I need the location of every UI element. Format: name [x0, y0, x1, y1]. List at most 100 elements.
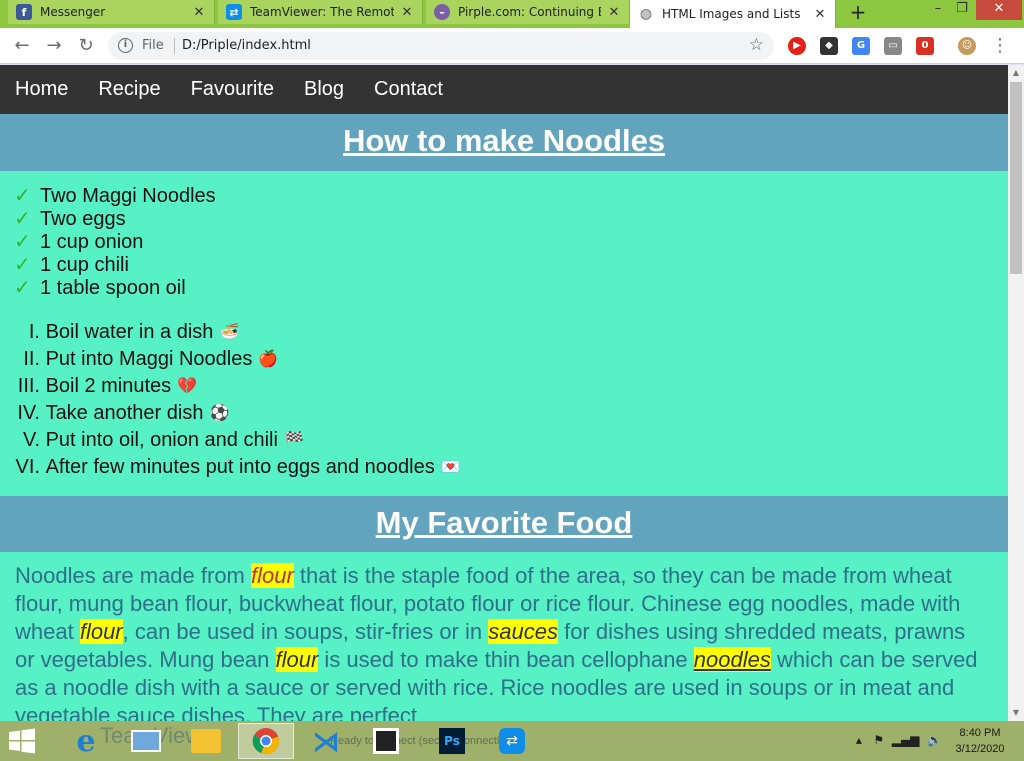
tab-html-images-lists[interactable]: ◍ HTML Images and Lists ✕	[630, 0, 836, 28]
noodle-bowl-icon: 🍜	[219, 324, 240, 341]
checkmark-icon: ✓	[14, 254, 31, 276]
highlight-flour: flour	[79, 619, 123, 644]
step-text: Boil 2 minutes	[45, 375, 172, 397]
windows-taskbar: TeamViewer Ready to connect (secure conn…	[0, 721, 1024, 761]
ingredient-text: 1 table spoon oil	[40, 277, 186, 299]
bookmark-star-icon[interactable]: ☆	[749, 35, 764, 55]
windows-start-icon[interactable]	[6, 725, 38, 757]
reload-icon[interactable]: ↻	[74, 34, 98, 58]
heading-band-2: My Favorite Food	[0, 496, 1008, 552]
close-icon[interactable]: ✕	[813, 7, 827, 22]
close-icon[interactable]: ✕	[400, 5, 414, 20]
page-viewport: Home Recipe Favourite Blog Contact How t…	[0, 65, 1008, 721]
highlight-flour: flour	[251, 563, 294, 588]
highlight-flour: flour	[275, 647, 319, 672]
vscode-taskbar-icon[interactable]: ⋊	[298, 723, 354, 759]
folder-taskbar-icon[interactable]	[118, 723, 174, 759]
photoshop-icon: Ps	[439, 728, 465, 754]
profile-avatar-icon[interactable]: ☺	[958, 37, 976, 55]
info-icon[interactable]: i	[118, 38, 133, 53]
ie-taskbar-icon[interactable]: e	[58, 723, 114, 759]
adblock-extension-icon[interactable]: 0	[916, 37, 934, 55]
nav-blog[interactable]: Blog	[304, 78, 344, 101]
food-paragraph: Noodles are made from flour that is the …	[15, 562, 990, 721]
tab-pirple[interactable]: – Pirple.com: Continuing Edu ✕	[426, 0, 630, 24]
youtube-extension-icon[interactable]: ▶	[788, 37, 806, 55]
checkmark-icon: ✓	[14, 208, 31, 230]
internet-explorer-icon: e	[76, 723, 96, 759]
ingredient-text: 1 cup onion	[40, 231, 144, 253]
close-icon[interactable]: ✕	[192, 5, 206, 20]
window-close-button[interactable]: ✕	[976, 0, 1022, 20]
nav-contact[interactable]: Contact	[374, 78, 443, 101]
tab-teamviewer[interactable]: ⇄ TeamViewer: The Remote D ✕	[218, 0, 423, 24]
nav-recipe[interactable]: Recipe	[98, 78, 160, 101]
step-number: I.	[28, 321, 40, 343]
new-tab-button[interactable]: +	[846, 2, 870, 24]
teamviewer-taskbar-icon[interactable]: ⇄	[484, 723, 540, 759]
heading-band-1: How to make Noodles	[0, 114, 1008, 171]
chrome-icon	[252, 728, 280, 755]
explorer-taskbar-icon[interactable]	[178, 723, 234, 759]
nav-home[interactable]: Home	[15, 78, 68, 101]
step-text: Take another dish	[45, 402, 204, 424]
cube-extension-icon[interactable]: ◆	[820, 37, 838, 55]
paragraph-text: Noodles are made from	[15, 563, 251, 588]
steps-list: I. Boil water in a dish 🍜 II. Put into Ma…	[6, 319, 461, 481]
highlight-sauces: sauces	[488, 619, 558, 644]
facebook-icon: f	[16, 4, 32, 20]
tab-strip: f Messenger ✕ ⇄ TeamViewer: The Remote D…	[0, 0, 1024, 28]
back-icon[interactable]: ←	[10, 34, 34, 58]
bracket-app-icon	[373, 728, 399, 754]
ingredient-text: Two eggs	[40, 208, 126, 230]
close-icon[interactable]: ✕	[607, 5, 621, 20]
tray-arrow-icon[interactable]: ▴	[856, 733, 862, 747]
clock-time: 8:40 PM	[959, 727, 1001, 739]
teamviewer-icon: ⇄	[499, 728, 525, 754]
list-item: II. Put into Maggi Noodles 🍎	[6, 346, 461, 373]
step-text: Boil water in a dish	[45, 321, 214, 343]
volume-icon[interactable]: 🔈	[927, 733, 942, 747]
menu-kebab-icon[interactable]: ⋮	[990, 34, 1010, 58]
translate-extension-icon[interactable]: G	[852, 37, 870, 55]
checkered-flag-icon: 🏁	[283, 432, 304, 449]
ingredient-text: Two Maggi Noodles	[40, 185, 216, 207]
address-url[interactable]: D:/Priple/index.html	[182, 38, 311, 53]
address-bar[interactable]: i File D:/Priple/index.html ☆	[108, 32, 774, 60]
photoshop-taskbar-icon[interactable]: Ps	[424, 723, 480, 759]
scroll-thumb[interactable]	[1010, 82, 1022, 274]
system-clock[interactable]: 8:40 PM 3/12/2020	[944, 725, 1016, 757]
page-scrollbar[interactable]: ▲ ▼	[1008, 65, 1024, 721]
step-text: Put into oil, onion and chili	[45, 429, 278, 451]
list-item: ✓ 1 table spoon oil	[14, 277, 216, 300]
clock-date: 3/12/2020	[955, 743, 1005, 755]
tab-messenger[interactable]: f Messenger ✕	[8, 0, 215, 24]
list-item: III. Boil 2 minutes 💔	[6, 373, 461, 400]
list-item: I. Boil water in a dish 🍜	[6, 319, 461, 346]
app-taskbar-icon[interactable]	[358, 723, 414, 759]
tab-title: HTML Images and Lists	[662, 7, 801, 21]
tab-title: TeamViewer: The Remote D	[250, 5, 394, 19]
chrome-taskbar-icon[interactable]	[238, 723, 294, 759]
ingredient-text: 1 cup chili	[40, 254, 129, 276]
forward-icon[interactable]: →	[42, 34, 66, 58]
list-item: V. Put into oil, onion and chili 🏁	[6, 427, 461, 454]
network-icon[interactable]: ▂▄▆	[892, 733, 920, 747]
scroll-up-icon[interactable]: ▲	[1008, 65, 1024, 81]
flag-icon[interactable]: ⚑	[873, 733, 884, 747]
scroll-down-icon[interactable]: ▼	[1008, 705, 1024, 721]
list-item: ✓ 1 cup chili	[14, 254, 216, 277]
paragraph-text: is used to make thin bean cellophane	[318, 647, 694, 672]
nav-favourite[interactable]: Favourite	[191, 78, 274, 101]
ingredient-list: ✓ Two Maggi Noodles ✓ Two eggs ✓ 1 cup onio…	[14, 185, 216, 300]
address-divider	[174, 38, 175, 54]
cast-extension-icon[interactable]: ▭	[884, 37, 902, 55]
restore-button[interactable]: ❐	[948, 0, 976, 20]
system-tray: ▴ ⚑ ▂▄▆ 🔈	[856, 733, 942, 747]
teamviewer-icon: ⇄	[226, 4, 242, 20]
tab-title: Messenger	[40, 5, 106, 19]
step-number: IV.	[17, 402, 40, 424]
page-title: How to make Noodles	[342, 123, 666, 158]
soccer-ball-icon: ⚽	[209, 405, 230, 422]
site-nav: Home Recipe Favourite Blog Contact	[0, 65, 1008, 114]
